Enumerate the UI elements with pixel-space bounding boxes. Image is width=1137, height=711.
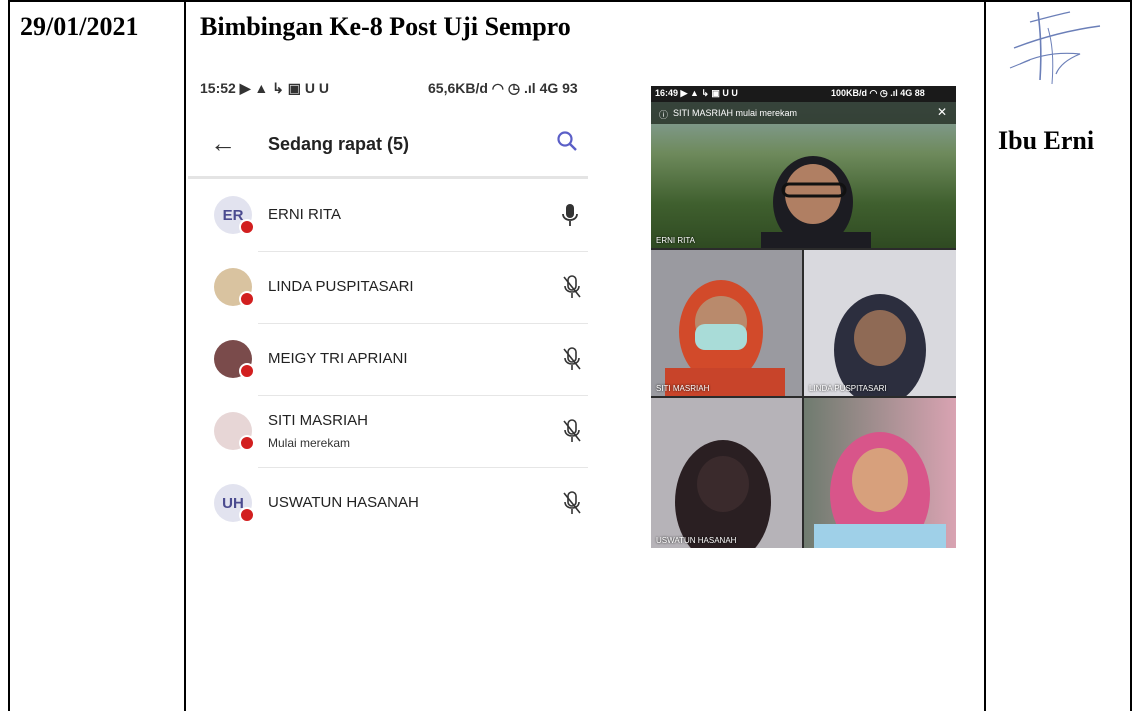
participant-row[interactable]: ER ERNI RITA <box>206 180 588 252</box>
tile-label: LINDA PUSPITASARI <box>809 384 887 393</box>
avatar: UH <box>214 484 255 523</box>
avatar <box>214 412 255 451</box>
status-bar-left: 15:52 ▶ ▲ ↳ ▣ U U <box>200 80 329 96</box>
participant-status: Mulai merekam <box>268 436 351 450</box>
meeting-participants-screenshot: 15:52 ▶ ▲ ↳ ▣ U U 65,6KB/d ◠ ◷ .ıl 4G 93… <box>188 72 596 542</box>
status-bar-right: 100KB/d ◠ ◷ .ıl 4G 88 <box>831 88 925 98</box>
recording-dot-icon <box>239 435 255 451</box>
info-icon: ⓘ <box>659 110 669 120</box>
video-call-screenshot: 16:49 ▶ ▲ ↳ ▣ U U 100KB/d ◠ ◷ .ıl 4G 88 … <box>651 86 956 548</box>
video-tile[interactable] <box>804 398 956 548</box>
table-border-right <box>1130 0 1132 711</box>
recording-dot-icon <box>239 363 255 379</box>
date-cell: 29/01/2021 <box>20 12 139 41</box>
participant-name: MEIGY TRI APRIANI <box>268 350 408 367</box>
participant-row[interactable]: SITI MASRIAH Mulai merekam <box>206 396 588 468</box>
status-bar-left: 16:49 ▶ ▲ ↳ ▣ U U <box>655 88 738 98</box>
banner-text: SITI MASRIAH mulai merekam <box>673 108 798 118</box>
participant-name: SITI MASRIAH <box>268 412 369 429</box>
participant-figure <box>834 294 926 396</box>
status-bar: 16:49 ▶ ▲ ↳ ▣ U U 100KB/d ◠ ◷ .ıl 4G 88 <box>651 86 956 102</box>
signer-name: Ibu Erni <box>998 126 1095 155</box>
mic-muted-icon[interactable] <box>562 346 582 372</box>
table-divider-1 <box>184 0 186 711</box>
mic-on-icon[interactable] <box>562 202 578 228</box>
tile-label: ERNI RITA <box>656 236 695 245</box>
participant-row[interactable]: MEIGY TRI APRIANI <box>206 324 588 396</box>
activity-cell: Bimbingan Ke-8 Post Uji Sempro <box>200 12 571 41</box>
table-border-left <box>8 0 10 711</box>
participant-figure <box>814 432 946 548</box>
video-tile[interactable]: USWATUN HASANAH <box>651 398 802 548</box>
mic-muted-icon[interactable] <box>562 490 582 516</box>
video-tile[interactable]: LINDA PUSPITASARI <box>804 250 956 396</box>
signature-image <box>1009 11 1101 85</box>
mic-muted-icon[interactable] <box>562 418 582 444</box>
close-icon[interactable]: ✕ <box>937 105 947 119</box>
participant-figure <box>675 440 771 548</box>
avatar <box>214 268 255 307</box>
mic-muted-icon[interactable] <box>562 274 582 300</box>
avatar: ER <box>214 196 255 235</box>
participant-name: LINDA PUSPITASARI <box>268 278 414 295</box>
participant-name: USWATUN HASANAH <box>268 494 419 511</box>
page-title: Sedang rapat (5) <box>268 134 410 154</box>
tile-label: USWATUN HASANAH <box>656 536 737 545</box>
tile-label: SITI MASRIAH <box>656 384 710 393</box>
status-bar-right: 65,6KB/d ◠ ◷ .ıl 4G 93 <box>428 80 578 96</box>
participant-name: ERNI RITA <box>268 206 342 223</box>
participant-row[interactable]: LINDA PUSPITASARI <box>206 252 588 324</box>
search-icon[interactable] <box>556 130 578 152</box>
recording-dot-icon <box>239 291 255 307</box>
participant-figure <box>665 280 785 396</box>
back-arrow-icon[interactable]: ← <box>210 128 236 159</box>
app-bar: ← Sedang rapat (5) <box>188 112 588 179</box>
video-tile[interactable]: SITI MASRIAH <box>651 250 802 396</box>
recording-dot-icon <box>239 219 255 235</box>
avatar <box>214 340 255 379</box>
recording-banner: ⓘ SITI MASRIAH mulai merekam ✕ <box>651 102 956 124</box>
table-divider-2 <box>984 0 986 711</box>
participant-row[interactable]: UH USWATUN HASANAH <box>206 468 588 540</box>
recording-dot-icon <box>239 507 255 523</box>
table-border-top <box>8 0 1132 2</box>
